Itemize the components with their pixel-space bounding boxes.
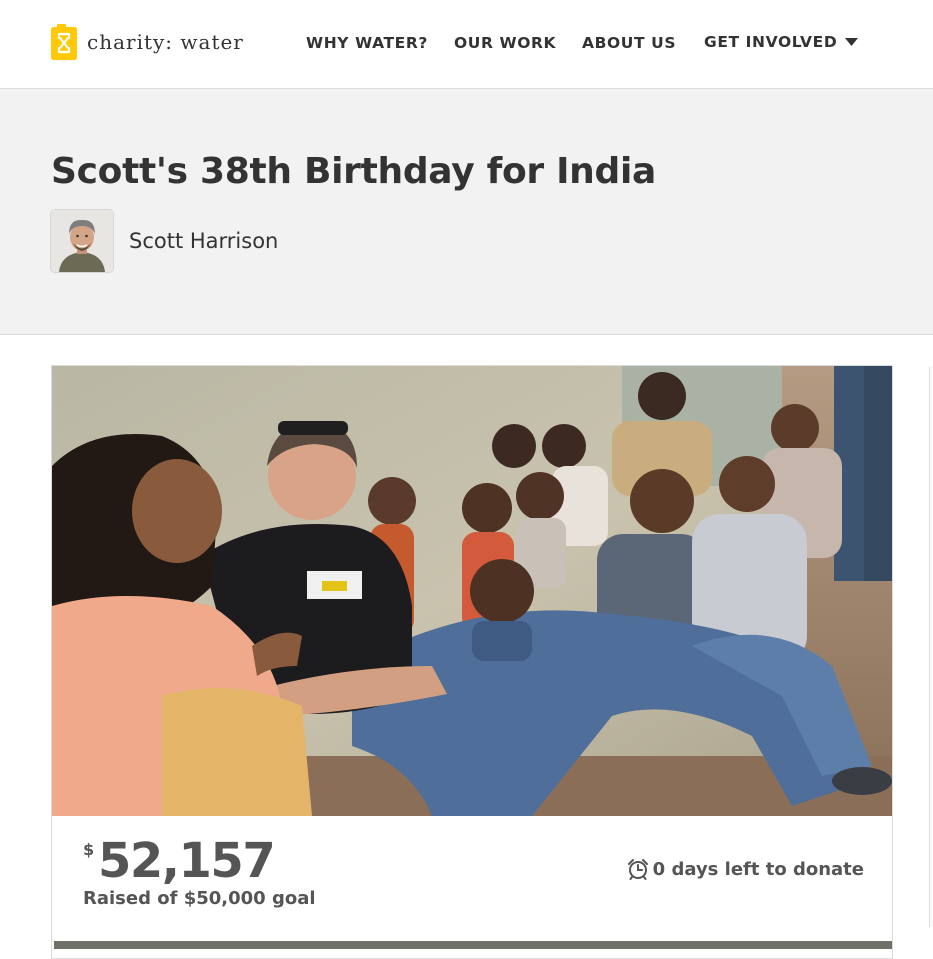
nav-get-involved[interactable]: GET INVOLVED: [704, 33, 859, 51]
author-name[interactable]: Scott Harrison: [129, 229, 278, 253]
logo-wordmark: charity: water: [87, 30, 244, 54]
currency-symbol: $: [83, 840, 95, 859]
nav-label[interactable]: WHY WATER?: [306, 34, 428, 52]
raised-amount: 52,157: [98, 833, 276, 889]
nav-label[interactable]: GET INVOLVED: [704, 33, 837, 51]
nav-our-work[interactable]: OUR WORK: [454, 34, 556, 52]
campaign-card: $ 52,157 Raised of $50,000 goal 0 days l…: [51, 365, 893, 959]
jerrycan-icon: [51, 24, 77, 60]
progress-fill: [54, 941, 892, 949]
nav-label[interactable]: ABOUT US: [582, 34, 676, 52]
goal-text: Raised of $50,000 goal: [83, 888, 316, 909]
site-header: charity: water WHY WATER? OUR WORK ABOUT…: [0, 0, 933, 89]
campaign-photo: [52, 366, 892, 816]
nav-label[interactable]: OUR WORK: [454, 34, 556, 52]
days-left: 0 days left to donate: [627, 858, 864, 880]
page-title: Scott's 38th Birthday for India: [51, 151, 657, 192]
campaign-hero: Scott's 38th Birthday for India Scott Ha…: [0, 89, 933, 335]
adjacent-panel-edge: [929, 367, 933, 927]
charity-water-logo[interactable]: charity: water: [51, 24, 244, 60]
alarm-clock-icon: [627, 859, 648, 880]
nav-why-water[interactable]: WHY WATER?: [306, 34, 428, 52]
avatar[interactable]: [51, 210, 113, 272]
progress-bar: [54, 941, 892, 949]
days-left-text: 0 days left to donate: [652, 858, 864, 880]
nav-about-us[interactable]: ABOUT US: [582, 34, 676, 52]
campaign-stats: $ 52,157 Raised of $50,000 goal 0 days l…: [52, 816, 892, 958]
avatar-portrait: [51, 210, 113, 272]
caret-down-icon[interactable]: [845, 38, 859, 46]
